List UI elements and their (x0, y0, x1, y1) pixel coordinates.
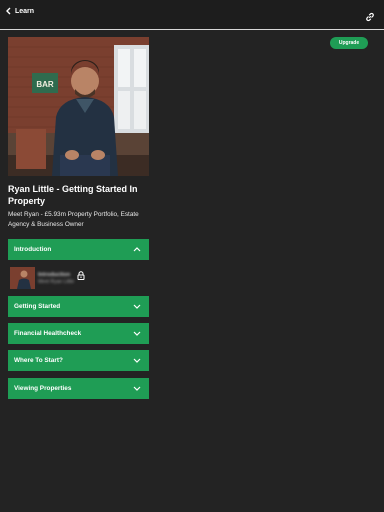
top-bar: Learn (0, 0, 384, 30)
section-label: Financial Healthcheck (14, 330, 82, 337)
section-label: Introduction (14, 246, 52, 253)
chevron-down-icon (133, 304, 141, 309)
section-where-to-start[interactable]: Where To Start? (8, 350, 149, 371)
hero-sign-text: BAR (36, 80, 54, 89)
chevron-down-icon (133, 331, 141, 336)
lesson-thumbnail (10, 267, 35, 289)
section-viewing-properties[interactable]: Viewing Properties (8, 378, 149, 399)
section-getting-started[interactable]: Getting Started (8, 296, 149, 317)
section-label: Viewing Properties (14, 385, 72, 392)
course-subtitle: Meet Ryan - £5.93m Property Portfolio, E… (8, 211, 139, 228)
section-label: Getting Started (14, 303, 61, 310)
lesson-title: Introduction (38, 271, 71, 278)
lock-icon (77, 270, 85, 280)
back-button[interactable]: Learn (6, 7, 34, 15)
link-icon[interactable] (365, 9, 375, 27)
lesson-subtitle: Meet Ryan Little (38, 278, 75, 285)
section-introduction[interactable]: Introduction (8, 239, 149, 260)
chevron-up-icon (133, 247, 141, 252)
chevron-left-icon (6, 7, 11, 15)
section-financial-healthcheck[interactable]: Financial Healthcheck (8, 323, 149, 344)
lesson-item[interactable]: Introduction Meet Ryan Little (10, 267, 140, 289)
chevron-down-icon (133, 386, 141, 391)
chevron-down-icon (133, 358, 141, 363)
course-title: Ryan Little - Getting Started In Propert… (8, 184, 138, 206)
section-label: Where To Start? (14, 357, 63, 364)
upgrade-button[interactable]: Upgrade (330, 37, 368, 49)
back-label: Learn (15, 7, 35, 15)
course-hero-image: BAR (8, 37, 149, 176)
